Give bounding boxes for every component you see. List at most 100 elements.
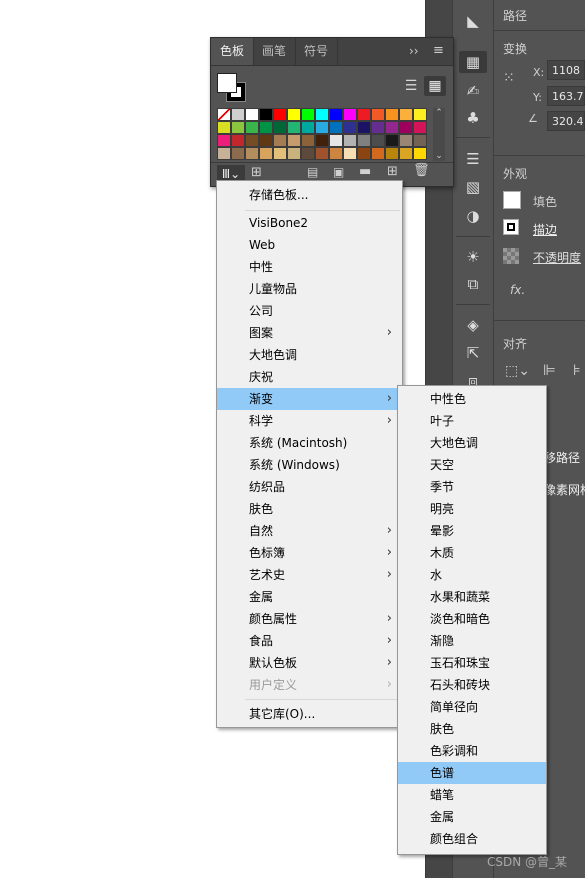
submenu-item-water[interactable]: 水 xyxy=(398,564,546,586)
menu-item-color-books[interactable]: 色标簿 › xyxy=(217,542,402,564)
color-swatch[interactable] xyxy=(357,121,371,134)
fill-color-box[interactable] xyxy=(217,73,237,93)
tab-swatches[interactable]: 色板 xyxy=(211,38,254,65)
color-swatch[interactable] xyxy=(329,134,343,147)
color-swatch[interactable] xyxy=(245,134,259,147)
submenu-item-simple-radial[interactable]: 简单径向 xyxy=(398,696,546,718)
submenu-item-earthtones[interactable]: 大地色调 xyxy=(398,432,546,454)
menu-item-default-swatches[interactable]: 默认色板 › xyxy=(217,652,402,674)
transform-icon[interactable]: ▦ xyxy=(459,51,487,73)
color-swatch[interactable] xyxy=(259,121,273,134)
align-center-icon[interactable]: ⊧ xyxy=(573,361,581,379)
color-swatch[interactable] xyxy=(245,108,259,121)
gradient-icon[interactable]: ▧ xyxy=(459,176,487,198)
color-swatch[interactable] xyxy=(399,121,413,134)
color-swatch[interactable] xyxy=(301,134,315,147)
menu-item-system-mac[interactable]: 系统 (Macintosh) xyxy=(217,432,402,454)
color-swatch[interactable] xyxy=(301,108,315,121)
menu-item-visibone2[interactable]: VisiBone2 xyxy=(217,212,402,234)
menu-item-kids[interactable]: 儿童物品 xyxy=(217,278,402,300)
color-swatch[interactable] xyxy=(231,121,245,134)
color-swatch[interactable] xyxy=(343,147,357,160)
submenu-item-stone-brick[interactable]: 石头和砖块 xyxy=(398,674,546,696)
fill-label[interactable]: 填色 xyxy=(533,193,557,210)
color-swatch[interactable] xyxy=(385,134,399,147)
color-swatch[interactable] xyxy=(273,134,287,147)
fill-swatch[interactable] xyxy=(503,191,521,209)
color-swatch[interactable] xyxy=(371,121,385,134)
color-swatch[interactable] xyxy=(245,147,259,160)
path-shape-icon[interactable]: ◣ xyxy=(459,10,487,32)
submenu-item-metals[interactable]: 金属 xyxy=(398,806,546,828)
menu-item-textiles[interactable]: 纺织品 xyxy=(217,476,402,498)
list-view-icon[interactable]: ☰ xyxy=(401,76,421,96)
color-swatch[interactable] xyxy=(301,121,315,134)
color-swatch[interactable] xyxy=(259,134,273,147)
reference-point-icon[interactable]: ⁙ xyxy=(503,70,523,90)
submenu-item-seasons[interactable]: 季节 xyxy=(398,476,546,498)
submenu-item-neutral[interactable]: 中性色 xyxy=(398,388,546,410)
menu-item-save-swatches[interactable]: 存储色板... xyxy=(217,184,402,206)
submenu-item-tints-shades[interactable]: 淡色和暗色 xyxy=(398,608,546,630)
color-swatch[interactable] xyxy=(385,108,399,121)
menu-item-skin-tones[interactable]: 肤色 xyxy=(217,498,402,520)
color-swatch[interactable] xyxy=(385,147,399,160)
color-swatch[interactable] xyxy=(273,121,287,134)
submenu-item-vignettes[interactable]: 晕影 xyxy=(398,520,546,542)
submenu-item-skin-tones[interactable]: 肤色 xyxy=(398,718,546,740)
color-swatch[interactable] xyxy=(413,147,427,160)
layers-icon[interactable]: ◈ xyxy=(459,314,487,336)
stroke-icon[interactable]: ☰ xyxy=(459,148,487,170)
color-swatch[interactable] xyxy=(287,108,301,121)
color-swatch[interactable] xyxy=(343,108,357,121)
registration-swatch[interactable] xyxy=(231,108,245,121)
menu-item-art-history[interactable]: 艺术史 › xyxy=(217,564,402,586)
offset-path-button[interactable]: 移路径 xyxy=(544,449,580,466)
submenu-item-gems-jewels[interactable]: 玉石和珠宝 xyxy=(398,652,546,674)
panel-menu-icon[interactable]: ≡ xyxy=(433,43,444,58)
color-swatch[interactable] xyxy=(217,147,231,160)
color-swatch[interactable] xyxy=(399,147,413,160)
color-swatch[interactable] xyxy=(315,147,329,160)
color-swatch[interactable] xyxy=(385,121,399,134)
menu-item-celebration[interactable]: 庆祝 xyxy=(217,366,402,388)
appearance-icon[interactable]: ☀ xyxy=(459,246,487,268)
fx-button[interactable]: fx. xyxy=(510,283,525,297)
angle-field[interactable]: 320.4 xyxy=(547,111,585,131)
export-icon[interactable]: ⇱ xyxy=(459,342,487,364)
color-swatch[interactable] xyxy=(315,121,329,134)
color-swatch[interactable] xyxy=(287,121,301,134)
color-swatch[interactable] xyxy=(259,108,273,121)
brush-icon[interactable]: ✍ xyxy=(459,80,487,102)
color-swatch[interactable] xyxy=(301,147,315,160)
color-swatch[interactable] xyxy=(217,121,231,134)
color-swatch[interactable] xyxy=(245,121,259,134)
color-swatch[interactable] xyxy=(329,147,343,160)
color-swatch[interactable] xyxy=(315,108,329,121)
color-swatch[interactable] xyxy=(273,147,287,160)
y-field[interactable]: 163.7 xyxy=(547,86,585,106)
color-swatch[interactable] xyxy=(357,108,371,121)
color-swatch[interactable] xyxy=(399,108,413,121)
tab-brushes[interactable]: 画笔 xyxy=(253,38,296,65)
color-swatch[interactable] xyxy=(371,147,385,160)
color-group-icon[interactable]: ▣ xyxy=(333,165,344,179)
submenu-item-brights[interactable]: 明亮 xyxy=(398,498,546,520)
menu-item-web[interactable]: Web xyxy=(217,234,402,256)
color-swatch[interactable] xyxy=(343,121,357,134)
color-swatch[interactable] xyxy=(329,108,343,121)
menu-item-earthtone[interactable]: 大地色调 xyxy=(217,344,402,366)
submenu-item-fruits-vegetables[interactable]: 水果和蔬菜 xyxy=(398,586,546,608)
menu-item-gradients[interactable]: 渐变 › xyxy=(217,388,402,410)
align-to-icon[interactable]: ⬚⌄ xyxy=(505,363,530,379)
color-swatch[interactable] xyxy=(357,134,371,147)
color-swatch[interactable] xyxy=(315,134,329,147)
none-swatch[interactable] xyxy=(217,108,231,121)
menu-item-science[interactable]: 科学 › xyxy=(217,410,402,432)
color-swatch[interactable] xyxy=(343,134,357,147)
new-swatch-icon[interactable]: ⊞ xyxy=(387,164,398,179)
color-swatch[interactable] xyxy=(413,108,427,121)
align-left-icon[interactable]: ⊫ xyxy=(543,361,556,379)
swatch-scrollbar[interactable]: ⌃ ⌄ xyxy=(433,108,445,161)
graphic-styles-icon[interactable]: ⧉ xyxy=(459,273,487,295)
